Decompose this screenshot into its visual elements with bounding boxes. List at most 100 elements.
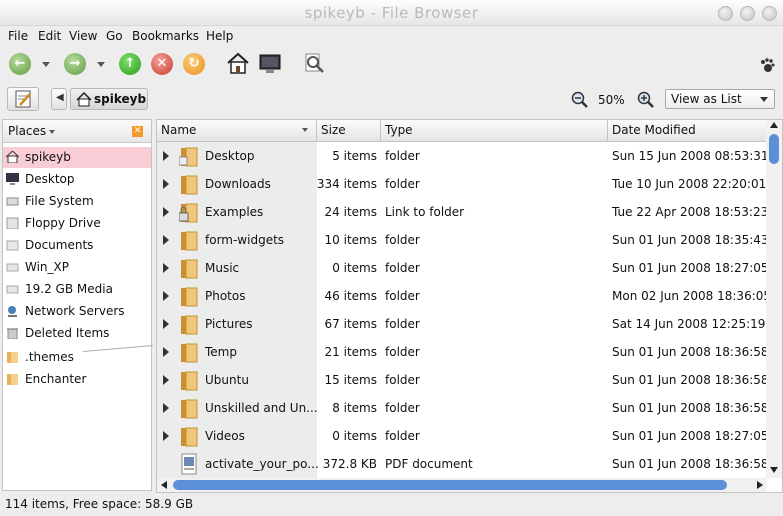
scroll-down-icon[interactable]	[770, 467, 778, 473]
forward-button[interactable]: →	[64, 53, 86, 75]
expander-arrow-icon[interactable]	[163, 263, 169, 273]
chevron-down-icon[interactable]	[49, 130, 55, 134]
sidebar-item-desktop[interactable]: Desktop	[3, 169, 151, 190]
menu-edit[interactable]: Edit	[38, 29, 61, 43]
status-bar: 114 items, Free space: 58.9 GB	[0, 494, 783, 516]
table-row[interactable]: Photos 46 items folder Mon 02 Jun 2008 18:3…	[157, 282, 771, 310]
file-name: Downloads	[205, 177, 271, 191]
table-row[interactable]: Pictures 67 items folder Sat 14 Jun 2008 12…	[157, 310, 773, 338]
scroll-right-icon[interactable]	[757, 481, 763, 489]
close-button[interactable]	[762, 6, 777, 21]
stop-button[interactable]: ✕	[151, 53, 173, 75]
home-icon	[227, 52, 249, 74]
reload-button[interactable]: ↻	[183, 53, 205, 75]
zoom-level[interactable]: 50%	[598, 93, 625, 107]
sidebar-item-themes[interactable]: .themes	[3, 347, 151, 368]
expander-arrow-icon[interactable]	[163, 179, 169, 189]
sidebar-item-floppy-drive[interactable]: Floppy Drive	[3, 213, 151, 234]
toggle-location-entry-button[interactable]	[7, 87, 39, 111]
expander-arrow-icon[interactable]	[163, 431, 169, 441]
table-row[interactable]: Unskilled and Un... 8 items folder Sun 01 J…	[157, 394, 769, 422]
file-type: folder	[385, 261, 420, 275]
table-row[interactable]: form-widgets 10 items folder Sun 01 Jun 200…	[157, 226, 769, 254]
file-size: 5 items	[332, 149, 377, 163]
sidebar-item-deleted-items[interactable]: Deleted Items	[3, 323, 151, 344]
sidebar-item-documents[interactable]: Documents	[3, 235, 151, 256]
back-history-dropdown[interactable]	[42, 62, 50, 67]
minimize-button[interactable]	[718, 6, 733, 21]
sidebar-item-enchanter[interactable]: Enchanter	[3, 369, 151, 390]
sidebar-item-label: 19.2 GB Media	[25, 282, 113, 296]
gnome-foot-icon	[759, 57, 775, 76]
zoom-in-button[interactable]	[637, 91, 655, 112]
file-size: 15 items	[324, 373, 377, 387]
column-header-size[interactable]: Size	[317, 120, 381, 142]
sidebar-item-win-xp[interactable]: Win_XP	[3, 257, 151, 278]
table-row[interactable]: Ubuntu 15 items folder Sun 01 Jun 2008 18:3…	[157, 366, 769, 394]
up-button[interactable]: ↑	[119, 53, 141, 75]
network-icon	[8, 306, 17, 317]
file-date-modified: Tue 10 Jun 2008 22:20:01 I	[612, 177, 774, 191]
sidebar-item-media[interactable]: 19.2 GB Media	[3, 279, 151, 300]
status-text: 114 items, Free space: 58.9 GB	[5, 497, 194, 511]
column-header-label: Size	[321, 123, 346, 137]
back-button[interactable]: ←	[9, 53, 31, 75]
expander-arrow-icon[interactable]	[163, 319, 169, 329]
sidebar-item-file-system[interactable]: File System	[3, 191, 151, 212]
column-header-date-modified[interactable]: Date Modified	[608, 120, 767, 142]
computer-button[interactable]	[258, 53, 282, 78]
maximize-button[interactable]	[740, 6, 755, 21]
folder-icon	[181, 259, 198, 279]
sidebar-item-network-servers[interactable]: Network Servers	[3, 301, 151, 322]
menu-view[interactable]: View	[69, 29, 97, 43]
sidebar-item-label: File System	[25, 194, 94, 208]
expander-arrow-icon[interactable]	[163, 235, 169, 245]
table-row[interactable]: Examples 24 items Link to folder Tue 22 Apr…	[157, 198, 768, 226]
table-row[interactable]: Desktop 5 items folder Sun 15 Jun 2008 08:5…	[157, 142, 769, 170]
scroll-left-icon[interactable]	[161, 481, 167, 489]
view-mode-select[interactable]: View as List	[665, 89, 775, 109]
search-button[interactable]	[303, 52, 325, 77]
zoom-in-icon	[637, 91, 654, 108]
file-type: folder	[385, 233, 420, 247]
expander-arrow-icon[interactable]	[163, 207, 169, 217]
file-date-modified: Sun 01 Jun 2008 18:35:43	[612, 233, 769, 247]
expander-arrow-icon[interactable]	[163, 151, 169, 161]
expander-arrow-icon[interactable]	[163, 347, 169, 357]
sidebar-header: Places ✕	[3, 120, 151, 143]
path-scroll-left-button[interactable]: ◀	[51, 88, 67, 110]
file-name: Desktop	[205, 149, 255, 163]
scroll-up-icon[interactable]	[770, 122, 778, 128]
sidebar-item-spikeyb[interactable]: spikeyb	[3, 147, 151, 168]
horizontal-scrollbar[interactable]	[157, 478, 767, 492]
menu-bookmarks[interactable]: Bookmarks	[132, 29, 199, 43]
menu-help[interactable]: Help	[206, 29, 233, 43]
menu-go[interactable]: Go	[106, 29, 123, 43]
table-row[interactable]: Music 0 items folder Sun 01 Jun 2008 18:27:…	[157, 254, 769, 282]
column-header-type[interactable]: Type	[381, 120, 608, 142]
path-button-home[interactable]: spikeyb	[70, 88, 148, 110]
file-name: Unskilled and Un...	[205, 401, 318, 415]
table-row[interactable]: Temp 21 items folder Sun 01 Jun 2008 18:36:…	[157, 338, 769, 366]
chevron-down-icon	[760, 97, 768, 102]
expander-arrow-icon[interactable]	[163, 403, 169, 413]
folder-icon	[179, 147, 198, 167]
column-header-name[interactable]: Name	[157, 120, 317, 142]
horizontal-scroll-thumb[interactable]	[173, 480, 727, 490]
home-button[interactable]	[226, 52, 250, 77]
vertical-scroll-thumb[interactable]	[769, 134, 779, 164]
table-row[interactable]: activate_your_po... 372.8 KB PDF document S…	[157, 450, 769, 478]
close-sidebar-icon[interactable]: ✕	[132, 126, 143, 137]
title-bar: spikeyb - File Browser	[0, 0, 783, 26]
expander-arrow-icon[interactable]	[163, 375, 169, 385]
forward-history-dropdown[interactable]	[97, 62, 105, 67]
file-size: 46 items	[324, 289, 377, 303]
sidebar-type-selector[interactable]: Places	[8, 124, 46, 138]
up-arrow-icon: ↑	[124, 56, 136, 71]
table-row[interactable]: Videos 0 items folder Sun 01 Jun 2008 18:27…	[157, 422, 769, 450]
expander-arrow-icon[interactable]	[163, 291, 169, 301]
vertical-scrollbar[interactable]	[766, 120, 782, 478]
zoom-out-button[interactable]	[571, 91, 589, 112]
menu-file[interactable]: File	[8, 29, 28, 43]
table-row[interactable]: Downloads 334 items folder Tue 10 Jun 2008 …	[157, 170, 774, 198]
